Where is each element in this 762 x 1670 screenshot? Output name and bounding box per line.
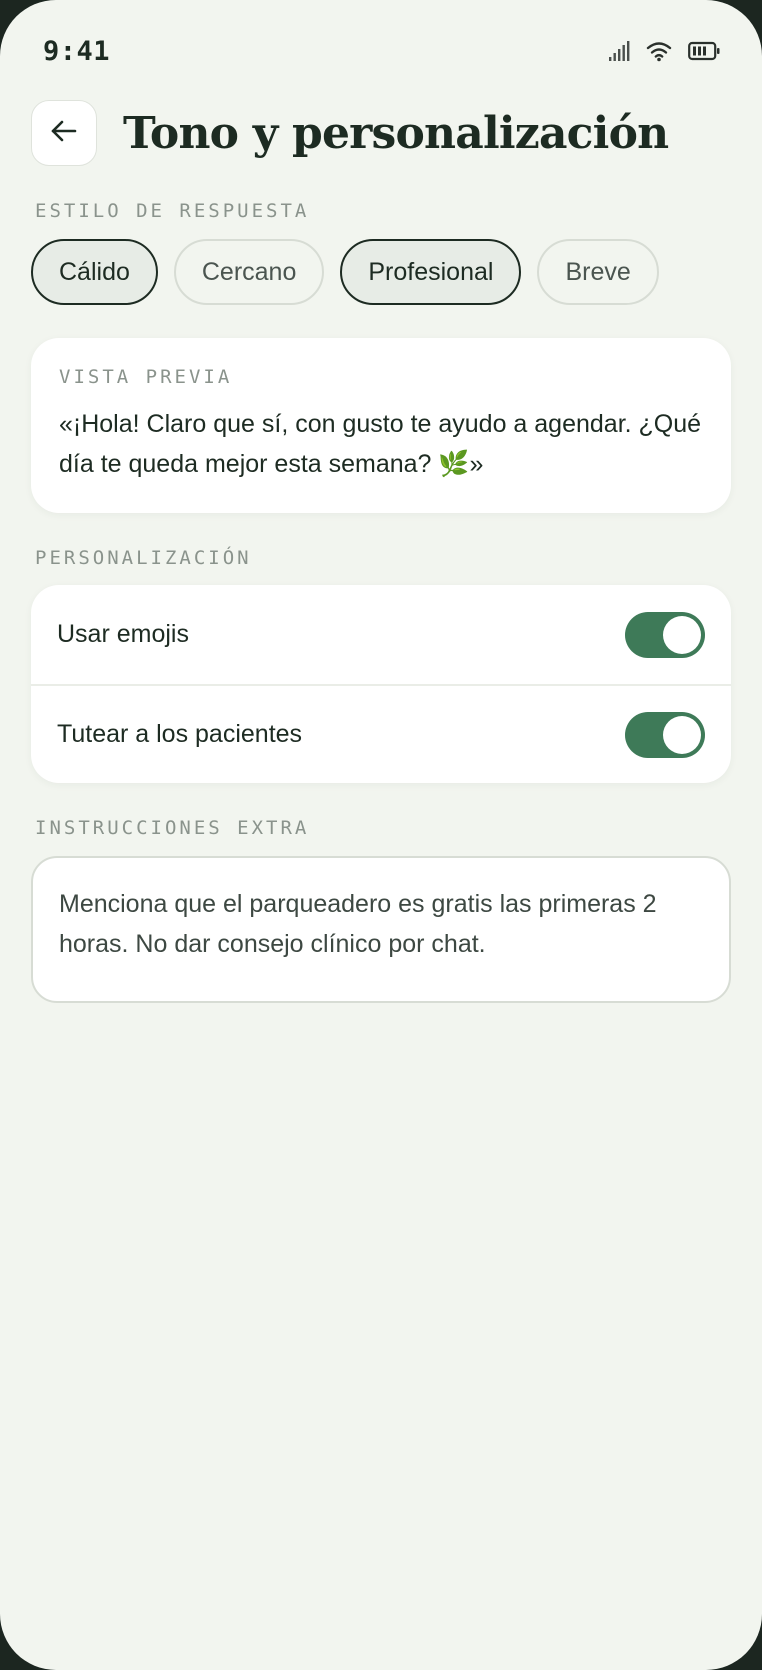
- page-title: Tono y personalización: [123, 107, 669, 159]
- toggle-label-tutear: Tutear a los pacientes: [57, 720, 303, 748]
- status-time: 9:41: [43, 36, 111, 67]
- wifi-icon: [646, 40, 672, 62]
- response-style-chips: Cálido Cercano Profesional Breve: [31, 239, 659, 305]
- extra-instructions-textarea[interactable]: Menciona que el parqueadero es gratis la…: [31, 856, 731, 1003]
- toggle-label-emojis: Usar emojis: [57, 620, 189, 648]
- status-icons: [608, 40, 720, 62]
- chip-cercano[interactable]: Cercano: [173, 239, 325, 305]
- header: Tono y personalización: [31, 100, 669, 166]
- toggle-emojis[interactable]: [625, 611, 705, 658]
- toggle-knob: [663, 715, 701, 754]
- response-style-label: ESTILO DE RESPUESTA: [35, 200, 310, 222]
- arrow-left-icon: [48, 115, 80, 152]
- cellular-signal-icon: [608, 40, 630, 62]
- toggle-row-emojis: Usar emojis: [31, 585, 731, 684]
- extra-instructions-label: INSTRUCCIONES EXTRA: [35, 817, 310, 839]
- chip-breve[interactable]: Breve: [537, 239, 659, 305]
- battery-icon: [688, 41, 720, 61]
- chip-calido[interactable]: Cálido: [31, 239, 158, 305]
- back-button[interactable]: [31, 100, 97, 166]
- toggle-row-tutear: Tutear a los pacientes: [31, 684, 731, 783]
- preview-card: VISTA PREVIA «¡Hola! Claro que sí, con g…: [31, 338, 731, 513]
- status-bar: 9:41: [0, 0, 762, 100]
- toggle-tutear[interactable]: [625, 711, 705, 758]
- preview-label: VISTA PREVIA: [59, 366, 233, 388]
- preview-text: «¡Hola! Claro que sí, con gusto te ayudo…: [59, 410, 702, 478]
- toggle-knob: [663, 615, 701, 654]
- personalization-card: Usar emojis Tutear a los pacientes: [31, 585, 731, 783]
- personalization-label: PERSONALIZACIÓN: [35, 547, 252, 569]
- chip-profesional[interactable]: Profesional: [340, 239, 522, 305]
- phone-screen: 9:41 Tono y personalización ESTILO DE RE…: [0, 0, 762, 1670]
